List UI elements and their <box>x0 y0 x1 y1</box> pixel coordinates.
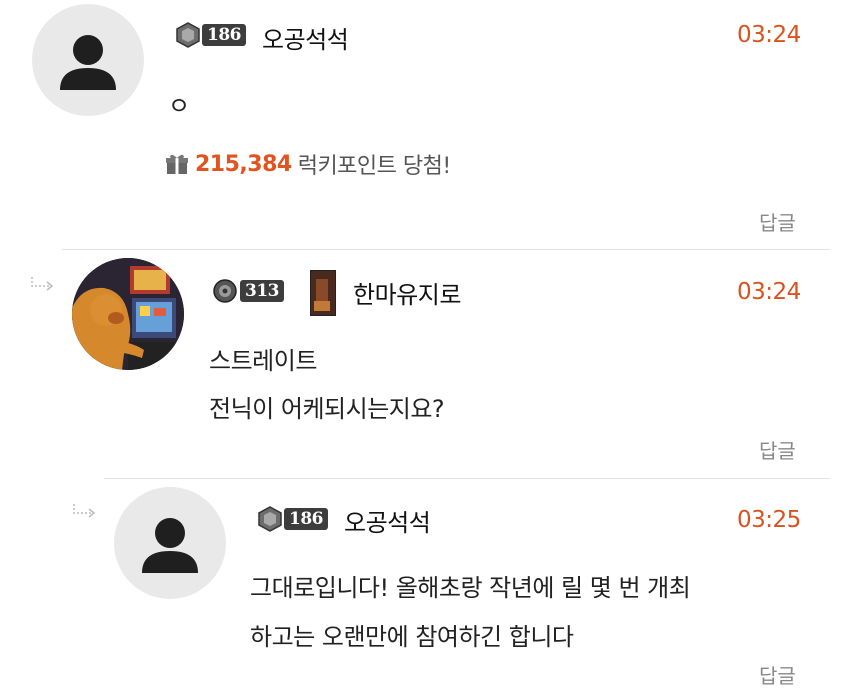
monkey-avatar-image <box>72 258 184 370</box>
comment-text-line: 그대로입니다! 올해초랑 작년에 릴 몇 번 개최 <box>250 574 691 602</box>
comment-text-line: 전닉이 어케되시는지요? <box>209 395 445 423</box>
level-number: 186 <box>284 508 328 530</box>
divider <box>104 478 830 479</box>
lucky-point-label: 럭키포인트 당첨! <box>297 154 452 179</box>
nickname[interactable]: 오공석석 <box>262 20 349 55</box>
gift-icon <box>166 154 188 174</box>
level-badge: 313 <box>212 278 284 304</box>
timestamp: 03:25 <box>737 507 801 533</box>
nickname[interactable]: 한마유지로 <box>353 275 461 310</box>
reply-button[interactable]: 답글 <box>759 207 796 236</box>
character-icon <box>310 270 336 316</box>
avatar[interactable] <box>32 4 144 116</box>
level-badge-icon <box>258 506 282 532</box>
level-number: 186 <box>202 24 246 46</box>
level-badge: 186 <box>176 22 246 48</box>
reply-button[interactable]: 답글 <box>759 660 796 689</box>
reply-button[interactable]: 답글 <box>759 435 796 464</box>
user-avatar-icon <box>142 518 198 573</box>
comment-text: ㅇ <box>168 92 190 120</box>
user-avatar-icon <box>60 35 116 90</box>
timestamp: 03:24 <box>737 279 801 305</box>
reply-arrow-icon <box>73 504 96 518</box>
level-number: 313 <box>240 280 284 302</box>
timestamp: 03:24 <box>737 22 801 48</box>
level-badge-icon <box>176 22 200 48</box>
avatar[interactable] <box>114 487 226 599</box>
nickname[interactable]: 오공석석 <box>344 503 431 538</box>
reply-arrow-icon <box>31 277 54 291</box>
lucky-point-notice: 215,384 럭키포인트 당첨! <box>165 148 451 180</box>
level-badge: 186 <box>258 506 328 532</box>
comment-text-line: 스트레이트 <box>209 347 317 375</box>
level-badge-icon <box>213 279 237 303</box>
lucky-point-value: 215,384 <box>195 151 292 177</box>
divider <box>62 249 830 250</box>
comment-text-line: 하고는 오랜만에 참여하긴 합니다 <box>250 623 574 651</box>
avatar[interactable] <box>72 258 184 370</box>
